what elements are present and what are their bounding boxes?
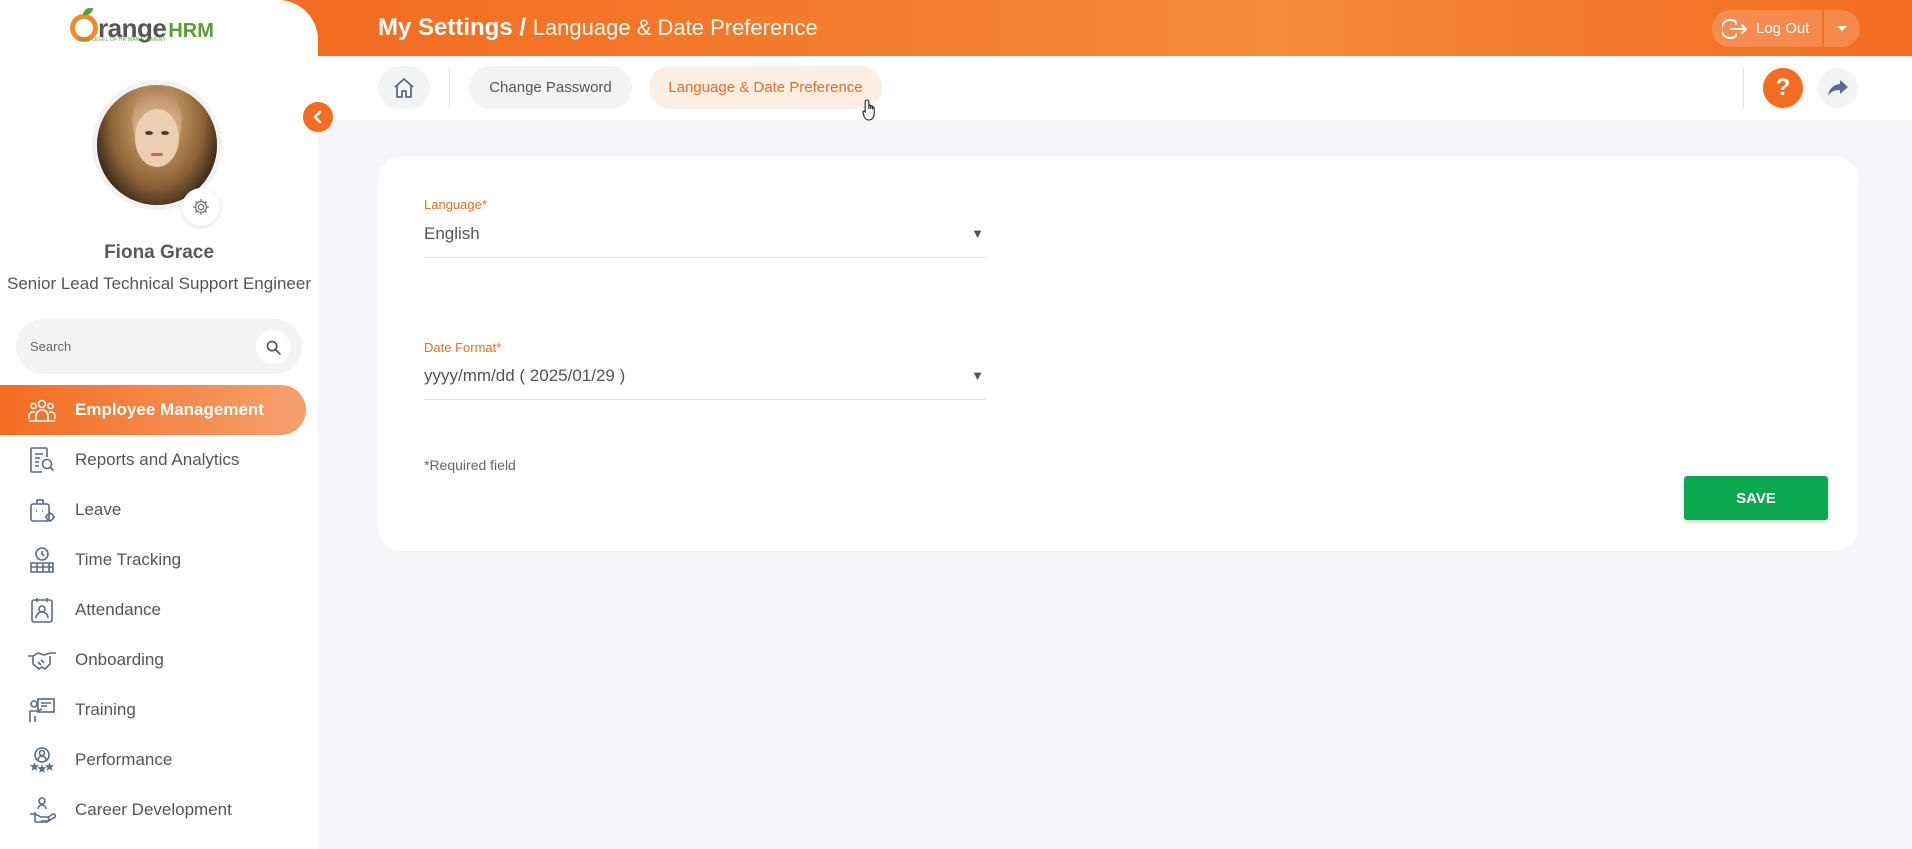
language-label: Language* [424,197,487,212]
time-tracking-icon [27,545,57,575]
tab-language-date-preference[interactable]: Language & Date Preference [649,66,882,109]
logout-icon [1722,18,1748,40]
performance-icon [27,745,57,775]
page-title-sub: Language & Date Preference [532,15,818,40]
sidebar-item-career-development[interactable]: Career Development [0,785,306,835]
avatar-image [97,85,217,205]
leave-icon [27,495,57,525]
required-field-note: *Required field [424,457,516,473]
dropdown-arrow-icon: ▼ [971,226,984,241]
logout-dropdown-button[interactable] [1824,10,1860,47]
home-button[interactable] [378,66,430,109]
sidebar-nav: Employee Management Reports and Analytic… [0,385,318,835]
sidebar-item-label: Onboarding [75,650,164,669]
profile-settings-gear-icon[interactable] [182,188,220,226]
logout-label: Log Out [1756,20,1810,37]
user-name: Fiona Grace [104,242,214,263]
sidebar-item-label: Performance [75,750,173,769]
date-format-select[interactable]: yyyy/mm/dd ( 2025/01/29 ) ▼ [424,356,986,400]
divider [1743,68,1744,108]
sidebar-search [16,319,302,374]
date-format-label: Date Format* [424,340,502,355]
chevron-left-icon [313,110,322,124]
sidebar-item-leave[interactable]: Leave [0,485,306,535]
training-icon [27,695,57,725]
language-select-value: English [424,224,480,243]
share-arrow-icon [1828,80,1848,96]
hand-pointer-cursor-icon [862,99,875,121]
tab-change-password[interactable]: Change Password [469,66,632,109]
onboarding-icon [27,645,57,675]
sidebar-item-label: Reports and Analytics [75,450,240,469]
sidebar-item-employee-management[interactable]: Employee Management [0,385,306,435]
sidebar-item-label: Leave [75,500,122,519]
caret-down-icon [1837,25,1847,31]
sidebar-item-label: Attendance [75,600,162,619]
logo-hrm-text: HRM [168,20,214,42]
sidebar: range HRM NEW LEVEL OF HR MANAGEMENT Fio… [0,0,318,849]
logo-tagline: NEW LEVEL OF HR MANAGEMENT [78,37,166,43]
collapse-sidebar-button[interactable] [303,102,333,132]
sidebar-item-label: Time Tracking [75,550,182,569]
save-button[interactable]: SAVE [1684,476,1828,520]
sidebar-item-label: Training [75,700,136,719]
divider [449,68,450,108]
sidebar-item-onboarding[interactable]: Onboarding [0,635,306,685]
sidebar-item-attendance[interactable]: Attendance [0,585,306,635]
logout-button[interactable]: Log Out [1712,10,1822,47]
share-button[interactable] [1818,68,1858,108]
language-date-form-card: Language* English ▼ Date Format* yyyy/mm… [378,156,1858,551]
page-title-main: My Settings / [378,14,527,41]
sidebar-item-performance[interactable]: Performance [0,735,306,785]
career-development-icon [27,795,57,825]
attendance-icon [27,595,57,625]
search-icon[interactable] [256,330,290,364]
sidebar-item-label: Career Development [75,800,232,819]
sidebar-item-training[interactable]: Training [0,685,306,735]
employees-icon [27,395,57,425]
top-header: My Settings / Language & Date Preference… [278,0,1912,56]
home-icon [394,77,414,98]
date-format-select-value: yyyy/mm/dd ( 2025/01/29 ) [424,366,626,385]
sub-navigation: Change Password Language & Date Preferen… [318,56,1912,120]
sidebar-item-label: Employee Management [75,400,264,419]
reports-icon [27,445,57,475]
logout-group: Log Out [1712,10,1860,47]
search-input[interactable] [30,319,250,374]
sidebar-item-time-tracking[interactable]: Time Tracking [0,535,306,585]
user-job-title: Senior Lead Technical Support Engineer [6,274,311,293]
page-title: My Settings / Language & Date Preference [378,14,818,42]
dropdown-arrow-icon: ▼ [971,368,984,383]
sidebar-item-reports-and-analytics[interactable]: Reports and Analytics [0,435,306,485]
help-button[interactable]: ? [1763,68,1803,108]
language-select[interactable]: English ▼ [424,214,986,258]
